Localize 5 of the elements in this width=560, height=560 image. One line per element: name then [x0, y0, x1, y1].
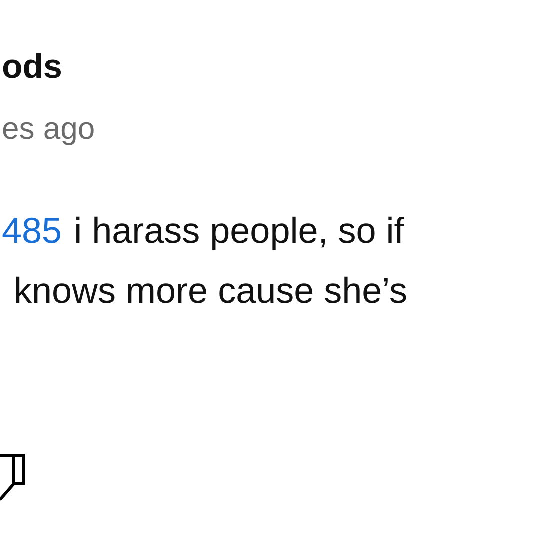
author-name: ods	[2, 47, 62, 87]
timestamp: es ago	[2, 110, 96, 148]
comment-text: i harass people, so if	[74, 209, 404, 253]
comment-text: knows more cause she’s	[14, 269, 408, 313]
user-mention-link[interactable]: 485	[2, 209, 62, 253]
